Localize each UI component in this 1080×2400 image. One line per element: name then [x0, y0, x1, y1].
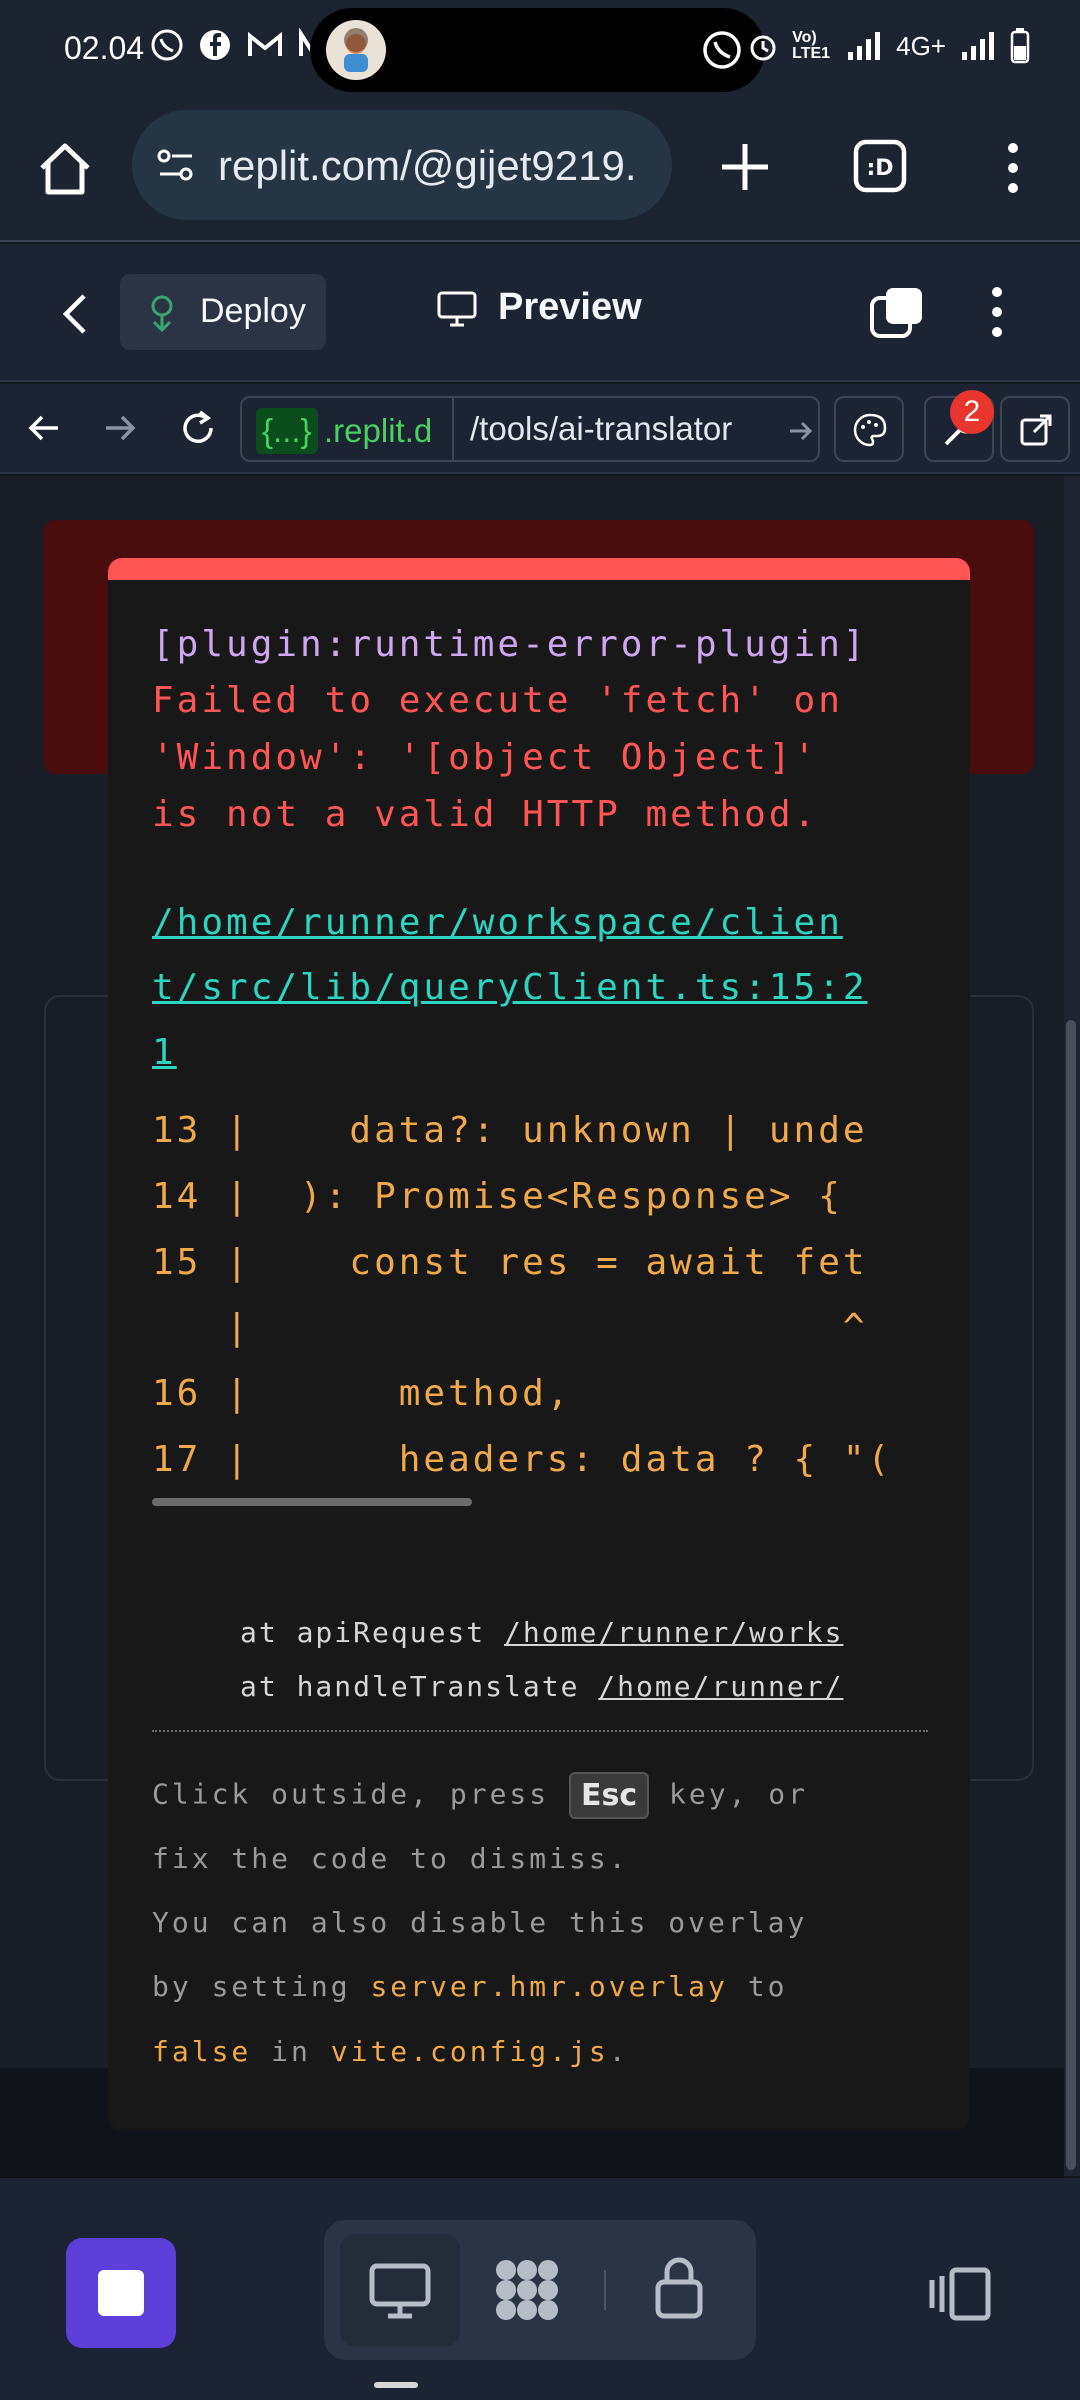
deploy-button[interactable]: Deploy: [120, 274, 326, 350]
browser-toolbar: replit.com/@gijet9219. :D: [0, 100, 1080, 242]
new-tab-icon[interactable]: [718, 140, 772, 194]
host-text: .replit.d: [324, 412, 433, 449]
stack-link[interactable]: /home/runner/works: [504, 1616, 843, 1649]
stack-function: at handleTranslate: [240, 1670, 599, 1703]
overlay-config-tip: by setting server.hmr.overlay to: [152, 1970, 788, 2003]
reload-icon[interactable]: [178, 408, 218, 448]
workspace-grid-icon[interactable]: [492, 2256, 562, 2324]
stack-line: at apiRequest /home/runner/works: [240, 1616, 843, 1649]
desktop-view-button[interactable]: [340, 2234, 460, 2346]
site-settings-icon[interactable]: [156, 146, 196, 186]
scrollbar-thumb[interactable]: [1066, 1020, 1076, 2170]
error-file-link[interactable]: t/src/lib/queryClient.ts:15:2: [152, 967, 868, 1008]
path-text: /tools/ai-translator: [470, 410, 733, 447]
separator: [604, 2270, 606, 2310]
code-line: 16 | method,: [152, 1373, 572, 1414]
notification-icons: [150, 28, 318, 62]
divider: [152, 1730, 928, 1732]
overlay-config-tip: false in vite.config.js.: [152, 2035, 629, 2068]
code-line: 14 | ): Promise<Response> {: [152, 1176, 843, 1217]
host-badge: {...}: [256, 408, 318, 454]
webview-toolbar: {...} .replit.d /tools/ai-translator: [0, 384, 1080, 474]
tabs-icon[interactable]: [868, 284, 926, 342]
path-input[interactable]: /tools/ai-translator: [452, 398, 818, 460]
url-bar[interactable]: replit.com/@gijet9219.: [132, 110, 672, 220]
code-frame-scrollbar[interactable]: [152, 1498, 472, 1506]
signal-icon: [962, 32, 994, 60]
network-label: 4G+: [896, 30, 946, 61]
dismiss-tip: fix the code to dismiss.: [152, 1842, 629, 1875]
external-link-icon: [1020, 414, 1052, 446]
error-message-line: 'Window': '[object Object]': [152, 737, 819, 778]
error-message-line: Failed to execute 'fetch' on: [152, 680, 843, 721]
config-key: server.hmr.overlay: [370, 1970, 728, 2003]
url-text[interactable]: replit.com/@gijet9219.: [218, 142, 658, 190]
more-options-icon[interactable]: [982, 284, 1012, 340]
stop-icon: [98, 2270, 144, 2316]
avatar: [326, 20, 386, 80]
deploy-label: Deploy: [200, 292, 306, 330]
forward-arrow-icon[interactable]: [102, 410, 138, 446]
code-line: 15 | const res = await fet: [152, 1242, 868, 1283]
monitor-icon: [437, 291, 477, 327]
stop-button[interactable]: [66, 2238, 176, 2348]
back-arrow-icon[interactable]: [26, 410, 62, 446]
replit-header: Deploy Preview: [0, 244, 1080, 382]
code-line: | ^: [152, 1307, 868, 1348]
view-switcher: [324, 2220, 756, 2360]
error-overlay[interactable]: [plugin:runtime-error-plugin] Failed to …: [108, 558, 970, 2130]
notification-badge: 2: [950, 390, 994, 434]
home-indicator[interactable]: [374, 2382, 418, 2388]
overflow-menu-icon[interactable]: [998, 140, 1028, 196]
stack-link[interactable]: /home/runner/: [598, 1670, 843, 1703]
whatsapp-icon: [151, 29, 183, 61]
whatsapp-icon: [703, 31, 741, 69]
home-icon[interactable]: [36, 140, 94, 198]
panel-toggle-icon[interactable]: [926, 2266, 992, 2322]
theme-button[interactable]: [834, 396, 904, 462]
stack-line: at handleTranslate /home/runner/: [240, 1670, 843, 1703]
camera-notch: [310, 8, 765, 92]
config-file: vite.config.js: [330, 2035, 609, 2068]
status-bar: 02.04 Vo) LTE1 4G+: [0, 0, 1080, 100]
dismiss-tip: Click outside, press Esc key, or: [152, 1772, 808, 1819]
palette-icon: [853, 413, 887, 447]
facebook-icon: [200, 30, 230, 60]
error-file-link[interactable]: /home/runner/workspace/clien: [152, 902, 843, 943]
stack-function: at apiRequest: [240, 1616, 505, 1649]
deploy-icon: [151, 295, 173, 332]
code-line: 13 | data?: unknown | unde: [152, 1110, 868, 1151]
error-message-line: is not a valid HTTP method.: [152, 794, 819, 835]
overlay-config-tip: You can also disable this overlay: [152, 1906, 808, 1939]
monitor-icon: [369, 2263, 431, 2319]
preview-label: Preview: [498, 286, 642, 328]
gmail-icon: [248, 31, 282, 56]
status-time: 02.04: [64, 30, 145, 66]
signal-icon: [848, 32, 881, 60]
code-frame[interactable]: 13 | data?: unknown | unde 14 | ): Promi…: [152, 1110, 928, 1490]
bottom-bar: [0, 2178, 1080, 2400]
tab-switcher-icon[interactable]: :D: [852, 138, 908, 194]
svg-text::D: :D: [866, 156, 893, 181]
code-line: 17 | headers: data ? { "(: [152, 1439, 893, 1480]
battery-icon: [1010, 28, 1030, 64]
go-arrow-icon[interactable]: [788, 418, 814, 444]
volte-label: Vo) LTE1: [792, 29, 831, 62]
system-status: Vo) LTE1 4G+: [748, 28, 1030, 64]
lock-icon[interactable]: [654, 2254, 704, 2320]
back-chevron-icon[interactable]: [60, 292, 90, 336]
error-file-link[interactable]: 1: [152, 1032, 177, 1073]
webview-address-bar[interactable]: {...} .replit.d /tools/ai-translator: [240, 396, 820, 462]
esc-key: Esc: [569, 1772, 650, 1819]
error-plugin: [plugin:runtime-error-plugin]: [152, 624, 868, 665]
open-external-button[interactable]: [1000, 396, 1070, 462]
alarm-icon: [750, 35, 776, 61]
